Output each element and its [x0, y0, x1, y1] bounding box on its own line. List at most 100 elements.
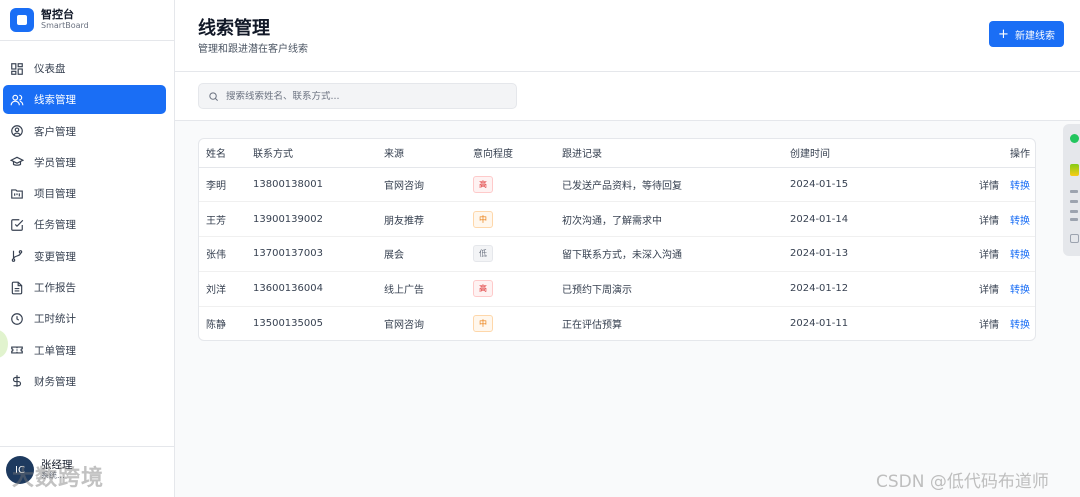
git-branch-icon — [10, 249, 24, 263]
column-header-actions: 操作 — [950, 139, 1035, 168]
sidebar-item-label: 仪表盘 — [34, 63, 66, 75]
sidebar-item-tasks[interactable]: 任务管理 — [3, 210, 166, 239]
cell-name: 张伟 — [199, 236, 253, 272]
leads-table: 姓名 联系方式 来源 意向程度 跟进记录 创建时间 操作 李明 13800138… — [198, 138, 1036, 341]
detail-link[interactable]: 详情 — [979, 320, 999, 331]
main-content: 线索管理 管理和跟进潜在客户线索 + 新建线索 姓名 联系方式 来源 意向程度 … — [175, 0, 1080, 497]
plus-icon: + — [998, 26, 1009, 42]
sidebar-item-projects[interactable]: 项目管理 — [3, 179, 166, 208]
cell-contact: 13700137003 — [253, 236, 384, 272]
sidebar-item-customers[interactable]: 客户管理 — [3, 117, 166, 146]
table-row: 刘洋 13600136004 线上广告 高 已预约下周演示 2024-01-12… — [199, 271, 1035, 307]
file-text-icon — [10, 281, 24, 295]
floating-toolbar[interactable] — [1063, 124, 1080, 256]
kanban-icon — [10, 187, 24, 201]
search-box[interactable] — [198, 83, 517, 109]
search-input[interactable] — [226, 90, 506, 102]
sidebar-item-label: 财务管理 — [34, 375, 76, 388]
page-title: 线索管理 — [198, 18, 270, 39]
dollar-icon — [10, 374, 24, 388]
cell-followup: 留下联系方式，未深入沟通 — [562, 236, 790, 272]
sidebar-item-dashboard[interactable]: 仪表盘 — [3, 54, 166, 83]
sidebar-item-label: 工作报告 — [34, 282, 76, 295]
users-icon — [10, 93, 24, 107]
cell-source: 朋友推荐 — [384, 201, 473, 238]
sidebar-item-changes[interactable]: 变更管理 — [3, 242, 166, 271]
brand-name: 智控台 — [41, 8, 74, 22]
sidebar-item-leads[interactable]: 线索管理 — [3, 85, 166, 115]
check-square-icon — [10, 218, 24, 232]
convert-link[interactable]: 转换 — [1010, 216, 1030, 227]
convert-link[interactable]: 转换 — [1010, 320, 1030, 331]
toolbar-dot — [1070, 210, 1078, 213]
detail-link[interactable]: 详情 — [979, 181, 999, 192]
cell-created: 2024-01-14 — [790, 201, 950, 238]
column-header-created: 创建时间 — [790, 139, 950, 168]
convert-link[interactable]: 转换 — [1010, 181, 1030, 192]
table-row: 李明 13800138001 官网咨询 高 已发送产品资料，等待回复 2024-… — [199, 167, 1035, 203]
cell-contact: 13600136004 — [253, 271, 384, 307]
sidebar-nav: 仪表盘 线索管理 客户管理 学员管理 项目管理 任务管理 变更管理 工作报告 工… — [3, 54, 166, 398]
sidebar-item-reports[interactable]: 工作报告 — [3, 273, 166, 302]
cell-followup: 初次沟通，了解需求中 — [562, 201, 790, 238]
sidebar-item-label: 变更管理 — [34, 250, 76, 263]
image-icon[interactable] — [1070, 234, 1079, 243]
shield-icon[interactable] — [1070, 134, 1079, 143]
cell-contact: 13900139002 — [253, 201, 384, 238]
sidebar-item-label: 学员管理 — [34, 156, 76, 169]
watermark-right: CSDN @低代码布道师 — [876, 472, 1049, 492]
toolbar-dot — [1070, 200, 1078, 203]
sidebar-item-label: 任务管理 — [34, 219, 76, 232]
brand[interactable]: 智控台 SmartBoard — [10, 8, 89, 32]
cell-name: 王芳 — [199, 201, 253, 238]
app-logo-icon — [10, 8, 34, 32]
detail-link[interactable]: 详情 — [979, 216, 999, 227]
detail-link[interactable]: 详情 — [979, 250, 999, 261]
sidebar-item-label: 项目管理 — [34, 188, 76, 201]
table-row: 陈静 13500135005 官网咨询 中 正在评估预算 2024-01-11 … — [199, 306, 1035, 340]
cell-name: 李明 — [199, 167, 253, 203]
sidebar-item-timesheets[interactable]: 工时统计 — [3, 304, 166, 333]
cell-created: 2024-01-15 — [790, 167, 950, 203]
sidebar-divider — [0, 40, 175, 41]
sidebar-item-label: 客户管理 — [34, 125, 76, 138]
sidebar-item-finance[interactable]: 财务管理 — [3, 367, 166, 396]
brand-subtitle: SmartBoard — [41, 21, 89, 31]
search-icon — [208, 87, 219, 106]
sidebar-item-students[interactable]: 学员管理 — [3, 148, 166, 177]
intent-badge: 低 — [473, 245, 493, 263]
header-divider — [175, 71, 1080, 72]
cell-followup: 已发送产品资料，等待回复 — [562, 167, 790, 203]
page-subtitle: 管理和跟进潜在客户线索 — [198, 44, 308, 55]
graduation-cap-icon — [10, 155, 24, 169]
new-lead-button[interactable]: + 新建线索 — [989, 21, 1064, 47]
cell-source: 官网咨询 — [384, 167, 473, 203]
cell-contact: 13800138001 — [253, 167, 384, 203]
cell-followup: 正在评估预算 — [562, 320, 622, 332]
cell-created: 2024-01-13 — [790, 236, 950, 272]
cell-name: 刘洋 — [199, 271, 253, 307]
table-row: 张伟 13700137003 展会 低 留下联系方式，未深入沟通 2024-01… — [199, 236, 1035, 272]
new-lead-label: 新建线索 — [1014, 30, 1055, 42]
intent-badge: 高 — [473, 175, 493, 193]
cell-source: 展会 — [384, 236, 473, 272]
cell-created: 2024-01-11 — [790, 318, 849, 330]
column-header-followup: 跟进记录 — [562, 139, 790, 168]
sidebar-item-label: 工单管理 — [34, 344, 76, 357]
cell-source: 官网咨询 — [384, 320, 424, 332]
detail-link[interactable]: 详情 — [979, 285, 999, 296]
toolbar-dot — [1070, 190, 1078, 193]
clock-icon — [10, 312, 24, 326]
sidebar-item-label: 线索管理 — [34, 94, 76, 107]
convert-link[interactable]: 转换 — [1010, 250, 1030, 261]
convert-link[interactable]: 转换 — [1010, 285, 1030, 296]
cell-name: 陈静 — [206, 320, 226, 332]
sidebar: 智控台 SmartBoard 仪表盘 线索管理 客户管理 学员管理 项目管理 任… — [0, 0, 175, 497]
toolbar-dot — [1070, 218, 1078, 221]
column-header-contact: 联系方式 — [253, 139, 384, 168]
column-header-name: 姓名 — [199, 139, 253, 168]
cell-created: 2024-01-12 — [790, 271, 950, 307]
sidebar-bottom-divider — [0, 446, 175, 447]
sidebar-item-tickets[interactable]: 工单管理 — [3, 336, 166, 365]
battery-icon[interactable] — [1070, 164, 1079, 176]
